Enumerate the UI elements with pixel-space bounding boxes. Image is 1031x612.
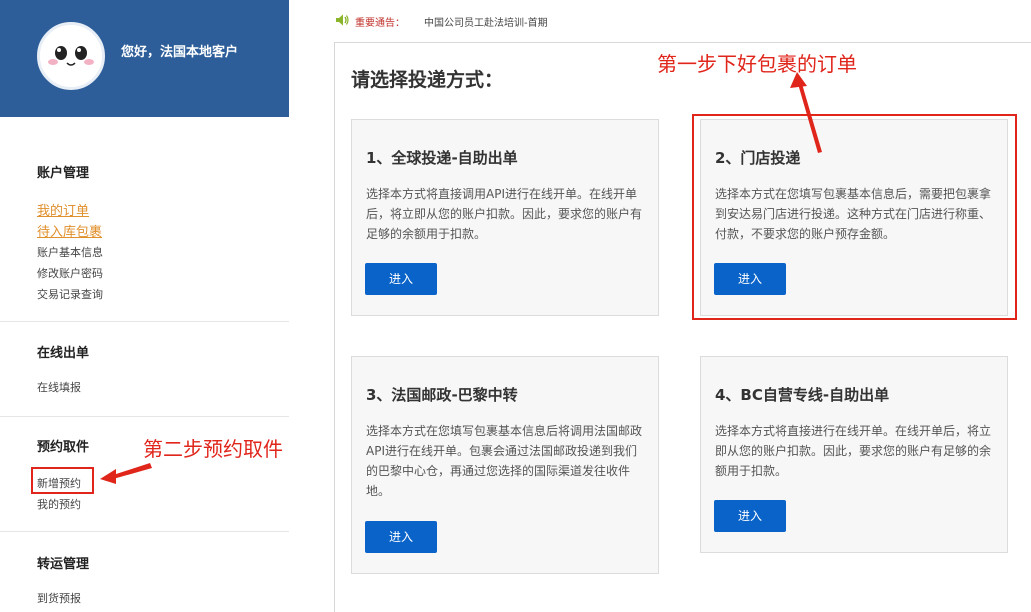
section-transfer: 转运管理 到货预报 xyxy=(0,532,289,612)
sidebar-item-account-info[interactable]: 账户基本信息 xyxy=(37,244,103,260)
page-title: 请选择投递方式： xyxy=(351,69,504,91)
enter-button-1[interactable]: 进入 xyxy=(365,263,437,295)
annotation-highlight-new-pickup xyxy=(31,467,94,494)
card-description: 选择本方式在您填写包裹基本信息后将调用法国邮政API进行在线开单。包裹会通过法国… xyxy=(366,424,643,498)
sidebar-item-transactions[interactable]: 交易记录查询 xyxy=(37,286,103,302)
annotation-step1: 第一步下好包裹的订单 xyxy=(657,52,857,76)
sidebar-item-pending-packages[interactable]: 待入库包裹 xyxy=(37,221,102,240)
greeting-text: 您好，法国本地客户 xyxy=(121,45,239,60)
sidebar-item-my-orders[interactable]: 我的订单 xyxy=(37,200,89,219)
sidebar-item-my-pickups[interactable]: 我的预约 xyxy=(37,496,81,512)
section-title-account: 账户管理 xyxy=(37,166,90,181)
section-title-transfer: 转运管理 xyxy=(37,557,90,572)
section-account: 账户管理 我的订单 待入库包裹 账户基本信息 修改账户密码 交易记录查询 xyxy=(0,117,289,322)
page: 您好，法国本地客户 账户管理 我的订单 待入库包裹 账户基本信息 修改账户密码 … xyxy=(0,0,1031,612)
section-title-online-order: 在线出单 xyxy=(37,346,90,361)
user-header: 您好，法国本地客户 xyxy=(0,0,289,117)
annotation-step2: 第二步预约取件 xyxy=(143,437,283,461)
card-description: 选择本方式将直接进行在线开单。在线开单后，将立即从您的账户扣款。因此，要求您的账… xyxy=(715,424,992,478)
card-title: 4、BC自营专线-自助出单 xyxy=(715,386,890,404)
sidebar-item-arrival-forecast[interactable]: 到货预报 xyxy=(37,590,81,606)
section-online-order: 在线出单 在线填报 xyxy=(0,322,289,417)
section-title-pickup: 预约取件 xyxy=(37,440,90,455)
delivery-card-3: 3、法国邮政-巴黎中转 选择本方式在您填写包裹基本信息后将调用法国邮政API进行… xyxy=(351,356,659,574)
delivery-card-4: 4、BC自营专线-自助出单 选择本方式将直接进行在线开单。在线开单后，将立即从您… xyxy=(700,356,1008,553)
speaker-icon xyxy=(336,14,349,26)
avatar xyxy=(37,22,105,90)
card-title: 3、法国邮政-巴黎中转 xyxy=(366,386,518,404)
card-title: 1、全球投递-自助出单 xyxy=(366,149,518,167)
notice-label: 重要通告： xyxy=(355,18,405,29)
enter-button-3[interactable]: 进入 xyxy=(365,521,437,553)
sidebar-item-online-fill[interactable]: 在线填报 xyxy=(37,379,81,395)
enter-button-4[interactable]: 进入 xyxy=(714,500,786,532)
sidebar-item-change-password[interactable]: 修改账户密码 xyxy=(37,265,103,281)
sidebar: 您好，法国本地客户 账户管理 我的订单 待入库包裹 账户基本信息 修改账户密码 … xyxy=(0,0,289,612)
annotation-highlight-card2 xyxy=(692,114,1017,320)
delivery-card-1: 1、全球投递-自助出单 选择本方式将直接调用API进行在线开单。在线开单后，将立… xyxy=(351,119,659,316)
face-icon xyxy=(40,25,102,87)
sidebar-menu: 账户管理 我的订单 待入库包裹 账户基本信息 修改账户密码 交易记录查询 在线出… xyxy=(0,117,289,612)
card-description: 选择本方式将直接调用API进行在线开单。在线开单后，将立即从您的账户扣款。因此，… xyxy=(366,187,643,241)
notice-link[interactable]: 中国公司员工赴法培训-首期 xyxy=(424,14,548,29)
